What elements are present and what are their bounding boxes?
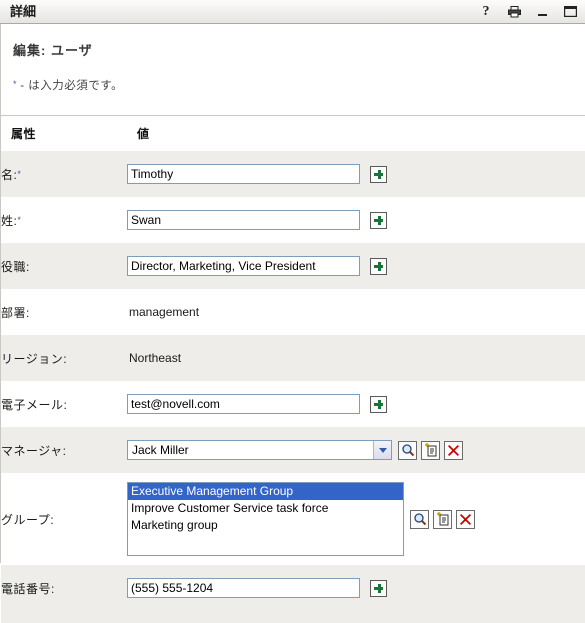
email-input[interactable]: [127, 394, 360, 414]
department-value: management: [129, 305, 200, 319]
manager-select[interactable]: Jack Miller: [127, 440, 392, 460]
group-lookup-button[interactable]: [410, 509, 429, 529]
attribute-value-table: 属性 値 名:* 姓:*: [1, 116, 585, 611]
manager-lookup-button[interactable]: [398, 440, 417, 460]
required-note-text: - は入力必須です。: [16, 80, 124, 92]
manager-history-button[interactable]: [421, 440, 440, 460]
list-item[interactable]: Executive Management Group: [128, 483, 403, 500]
row-label-department: 部署:: [1, 289, 127, 335]
row-label-title: 役職:: [1, 243, 127, 289]
required-note: * - は入力必須です。: [13, 77, 585, 93]
table-row: 部署: management: [1, 289, 585, 335]
group-history-button[interactable]: [433, 509, 452, 529]
row-label-region: リージョン:: [1, 335, 127, 381]
group-actions: [410, 509, 475, 529]
list-item[interactable]: Marketing group: [128, 517, 403, 534]
list-item[interactable]: Improve Customer Service task force: [128, 500, 403, 517]
column-header-value: 値: [127, 116, 585, 151]
manager-actions: [398, 440, 463, 460]
row-label-manager: マネージャ:: [1, 427, 127, 473]
table-row: グループ: Executive Management Group Improve…: [1, 473, 585, 565]
maximize-icon[interactable]: [563, 4, 577, 20]
row-label-group: グループ:: [1, 473, 127, 565]
label-text: 姓:: [1, 213, 18, 228]
page-title: 編集: ユーザ: [13, 43, 93, 58]
table-row: 役職:: [1, 243, 585, 289]
add-first-name-button[interactable]: [370, 165, 387, 183]
add-last-name-button[interactable]: [370, 211, 387, 229]
window-controls: ?: [479, 0, 577, 23]
table-row: マネージャ: Jack Miller: [1, 427, 585, 473]
print-icon[interactable]: [507, 4, 521, 20]
row-label-last-name: 姓:*: [1, 197, 127, 243]
page-header: 編集: ユーザ * - は入力必須です。: [1, 24, 585, 93]
title-input[interactable]: [127, 256, 360, 276]
table-row: 電話番号:: [1, 565, 585, 611]
chevron-down-icon[interactable]: [373, 441, 391, 459]
table-row: 姓:*: [1, 197, 585, 243]
detail-page: 編集: ユーザ * - は入力必須です。 属性 値 名:* Timothy 姓:…: [0, 24, 585, 623]
table-row: リージョン: Northeast: [1, 335, 585, 381]
phone-input[interactable]: [127, 578, 360, 598]
bottom-filler: [1, 611, 585, 623]
add-email-button[interactable]: [370, 395, 387, 413]
region-value: Northeast: [129, 351, 182, 365]
minimize-icon[interactable]: [535, 4, 549, 20]
label-text: 名:: [1, 167, 18, 182]
window-title: 詳細: [10, 4, 37, 19]
first-name-input[interactable]: [127, 164, 360, 184]
row-label-first-name: 名:*: [1, 151, 127, 197]
help-icon[interactable]: ?: [479, 4, 493, 20]
column-header-attribute: 属性: [1, 116, 127, 151]
row-label-phone: 電話番号:: [1, 565, 127, 611]
group-clear-button[interactable]: [456, 509, 475, 529]
table-header-row: 属性 値: [1, 116, 585, 151]
table-row: 名:*: [1, 151, 585, 197]
row-label-email: 電子メール:: [1, 381, 127, 427]
table-row: 電子メール:: [1, 381, 585, 427]
manager-selected-value: Jack Miller: [132, 443, 189, 457]
required-star: *: [17, 214, 22, 225]
group-listbox[interactable]: Executive Management Group Improve Custo…: [127, 482, 404, 556]
add-title-button[interactable]: [370, 257, 387, 275]
last-name-input[interactable]: [127, 210, 360, 230]
manager-clear-button[interactable]: [444, 440, 463, 460]
required-star: *: [17, 168, 22, 179]
add-phone-button[interactable]: [370, 579, 387, 597]
window-titlebar: 詳細 ?: [0, 0, 585, 24]
